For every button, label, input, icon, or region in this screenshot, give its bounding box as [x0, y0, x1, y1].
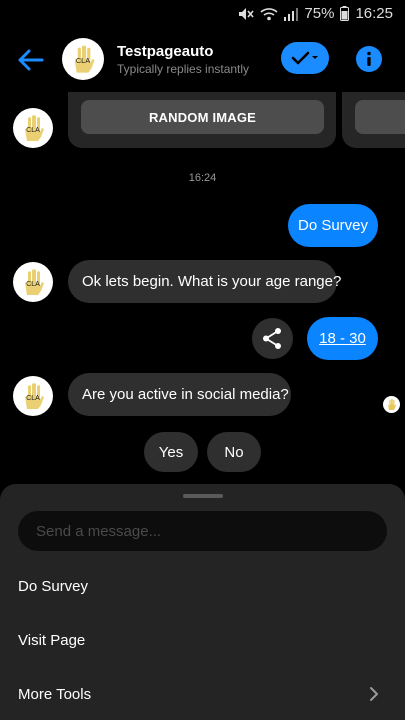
sheet-drag-handle[interactable] [183, 494, 223, 498]
avatar-initials: CLA [26, 281, 40, 288]
user-message[interactable]: 18 - 30 [307, 317, 378, 360]
user-message: Do Survey [288, 204, 378, 247]
menu-item-label: More Tools [18, 685, 92, 703]
menu-item-do-survey[interactable]: Do Survey [0, 566, 405, 606]
quick-reply-no[interactable]: No [207, 432, 261, 472]
carousel-card: RANDOM IMAGE [68, 92, 336, 148]
menu-item-visit-page[interactable]: Visit Page [0, 620, 405, 660]
message-input[interactable] [18, 511, 387, 551]
status-bar: 75% 16:25 [0, 0, 405, 28]
bot-avatar: CLA [13, 108, 53, 148]
wifi-icon [260, 7, 278, 21]
seen-indicator-avatar [383, 396, 400, 413]
chevron-right-icon [369, 686, 379, 702]
bot-message: Are you active in social media? [68, 373, 291, 416]
random-image-button[interactable]: RANDOM IMAGE [81, 100, 324, 134]
menu-item-more-tools[interactable]: More Tools [0, 674, 405, 714]
page-subtitle: Typically replies instantly [117, 62, 250, 76]
check-icon [281, 51, 329, 78]
battery-percent: 75% [304, 5, 335, 22]
menu-item-label: Visit Page [18, 631, 86, 649]
menu-item-label: Do Survey [18, 577, 89, 595]
bot-avatar: CLA [13, 376, 53, 416]
page-avatar[interactable]: CLA [62, 38, 104, 80]
avatar-initials: CLA [26, 395, 40, 402]
signal-icon [284, 7, 299, 21]
back-arrow-icon[interactable] [14, 46, 46, 74]
bot-avatar: CLA [13, 262, 53, 302]
avatar-initials: CLA [26, 127, 40, 134]
carousel-card-next[interactable] [342, 92, 405, 148]
chat-header: CLA Testpageauto Typically replies insta… [0, 28, 405, 92]
check-dropdown-button[interactable] [281, 42, 329, 74]
carousel-next-button[interactable] [355, 100, 405, 134]
clock: 16:25 [355, 5, 393, 22]
message-timestamp: 16:24 [188, 172, 217, 184]
share-icon[interactable] [252, 318, 293, 359]
persistent-menu-sheet: Do Survey Visit Page More Tools [0, 484, 405, 720]
battery-icon [340, 6, 350, 21]
quick-reply-yes[interactable]: Yes [144, 432, 198, 472]
mute-icon [238, 7, 255, 21]
info-icon[interactable] [356, 46, 382, 72]
avatar-initials: CLA [76, 56, 90, 65]
bot-message: Ok lets begin. What is your age range? [68, 260, 341, 303]
page-title: Testpageauto [117, 43, 214, 60]
